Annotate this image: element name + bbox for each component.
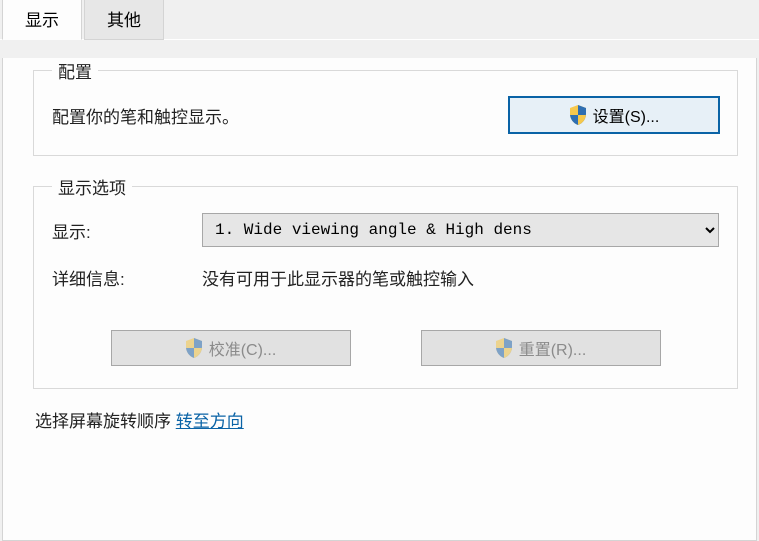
display-label: 显示: — [52, 218, 202, 243]
shield-icon — [495, 338, 513, 358]
rotation-prefix: 选择屏幕旋转顺序 — [35, 412, 171, 431]
reset-button: 重置(R)... — [421, 330, 661, 366]
tab-strip: 显示 其他 — [0, 0, 759, 40]
display-select[interactable]: 1. Wide viewing angle & High dens — [202, 213, 719, 247]
details-label: 详细信息: — [52, 265, 202, 290]
config-legend: 配置 — [52, 58, 98, 83]
setup-button-label: 设置(S)... — [593, 103, 660, 127]
config-description: 配置你的笔和触控显示。 — [52, 103, 239, 128]
display-options-legend: 显示选项 — [52, 174, 132, 199]
calibrate-button-label: 校准(C)... — [209, 336, 277, 360]
tablet-pc-settings-window: 显示 其他 配置 配置你的笔和触控显示。 设置(S)... 显示选项 — [0, 0, 759, 525]
setup-button[interactable]: 设置(S)... — [509, 97, 719, 133]
details-value: 没有可用于此显示器的笔或触控输入 — [202, 265, 719, 290]
shield-icon — [185, 338, 203, 358]
calibrate-button: 校准(C)... — [111, 330, 351, 366]
display-options-group: 显示选项 显示: 1. Wide viewing angle & High de… — [33, 174, 738, 389]
reset-button-label: 重置(R)... — [519, 336, 587, 360]
config-group: 配置 配置你的笔和触控显示。 设置(S)... — [33, 58, 738, 156]
tab-body-display: 配置 配置你的笔和触控显示。 设置(S)... 显示选项 显示: — [2, 58, 757, 541]
tab-other[interactable]: 其他 — [84, 0, 164, 40]
rotation-row: 选择屏幕旋转顺序 转至方向 — [35, 407, 738, 432]
shield-icon — [569, 105, 587, 125]
orientation-link[interactable]: 转至方向 — [176, 412, 244, 431]
tab-display[interactable]: 显示 — [2, 0, 82, 40]
